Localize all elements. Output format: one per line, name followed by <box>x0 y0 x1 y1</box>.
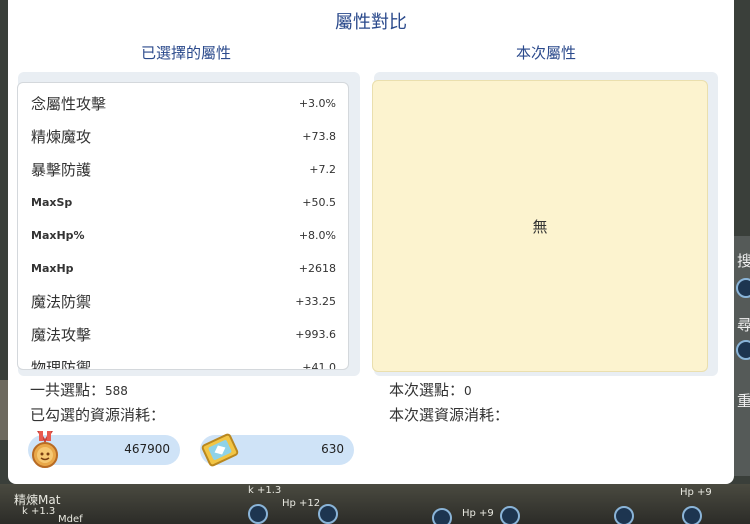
side-round-icon[interactable] <box>736 340 750 360</box>
skill-node-icon[interactable] <box>614 506 634 524</box>
attribute-name: MaxHp% <box>31 229 85 242</box>
attribute-value: +2618 <box>298 262 336 275</box>
attribute-name: 精煉魔攻 <box>31 128 92 146</box>
bg-label: Mdef <box>58 514 83 524</box>
skill-node-icon[interactable] <box>318 504 338 524</box>
bg-label: Hp +9 <box>680 487 712 498</box>
bg-label: Hp +12 <box>282 498 321 509</box>
list-item: 魔法攻擊 +993.6 <box>18 318 348 351</box>
attribute-value: +50.5 <box>302 196 336 209</box>
ticket-amount: 630 <box>321 442 344 456</box>
skill-node-icon[interactable] <box>432 508 452 524</box>
attribute-value: +3.0% <box>298 97 336 110</box>
list-item: MaxHp% +8.0% <box>18 219 348 252</box>
checked-cost-label: 已勾選的資源消耗： <box>30 406 166 424</box>
attribute-value: +73.8 <box>302 130 336 143</box>
background-panel-left <box>0 380 8 440</box>
side-reset-label: 重 <box>737 392 750 410</box>
list-item: 物理防禦 +41.0 <box>18 351 348 370</box>
ticket-icon <box>201 433 239 467</box>
attribute-name: 魔法防禦 <box>31 293 92 311</box>
list-item: 精煉魔攻 +73.8 <box>18 120 348 153</box>
medal-amount: 467900 <box>124 442 170 456</box>
attribute-name: 念屬性攻擊 <box>31 95 107 113</box>
current-points-value: 0 <box>464 384 472 398</box>
current-points-stat: 本次選點：0 <box>389 379 472 400</box>
attribute-name: 暴擊防護 <box>31 161 92 179</box>
attribute-name: 物理防禦 <box>31 359 92 370</box>
list-item: 念屬性攻擊 +3.0% <box>18 87 348 120</box>
attribute-name: 魔法攻擊 <box>31 326 92 344</box>
total-points-label: 一共選點： <box>30 381 106 399</box>
dialog-title: 屬性對比 <box>335 12 407 33</box>
list-item: MaxSp +50.5 <box>18 186 348 219</box>
attribute-value: +8.0% <box>298 229 336 242</box>
none-label: 無 <box>532 217 548 236</box>
skill-node-icon[interactable] <box>682 506 702 524</box>
attribute-name: MaxHp <box>31 262 74 275</box>
background-skill-tree <box>0 484 750 524</box>
current-points-label: 本次選點： <box>389 381 465 399</box>
list-item: 魔法防禦 +33.25 <box>18 285 348 318</box>
side-search-label: 搜 <box>737 252 750 270</box>
attribute-name: MaxSp <box>31 196 73 209</box>
current-cost-label: 本次選資源消耗： <box>389 406 510 424</box>
side-find-label: 尋 <box>737 316 750 334</box>
bg-label: k +1.3 <box>22 506 56 517</box>
list-item: MaxHp +2618 <box>18 252 348 285</box>
attribute-value: +41.0 <box>302 361 336 370</box>
attribute-value: +33.25 <box>295 295 336 308</box>
medal-icon <box>32 431 58 468</box>
current-attributes-empty: 無 <box>372 80 708 372</box>
attribute-value: +993.6 <box>295 328 336 341</box>
selected-attributes-header: 已選擇的屬性 <box>140 44 231 62</box>
total-points-stat: 一共選點：588 <box>30 379 128 400</box>
skill-node-icon[interactable] <box>500 506 520 524</box>
side-close-icon[interactable] <box>736 278 750 298</box>
total-points-value: 588 <box>105 384 128 398</box>
attribute-value: +7.2 <box>309 163 336 176</box>
selected-attributes-list[interactable]: 念屬性攻擊 +3.0% 精煉魔攻 +73.8 暴擊防護 +7.2 MaxSp +… <box>17 82 349 370</box>
bg-label: Hp +9 <box>462 508 494 519</box>
list-item: 暴擊防護 +7.2 <box>18 153 348 186</box>
skill-node-icon[interactable] <box>248 504 268 524</box>
current-attributes-header: 本次屬性 <box>515 44 576 62</box>
bg-label: k +1.3 <box>248 485 282 496</box>
